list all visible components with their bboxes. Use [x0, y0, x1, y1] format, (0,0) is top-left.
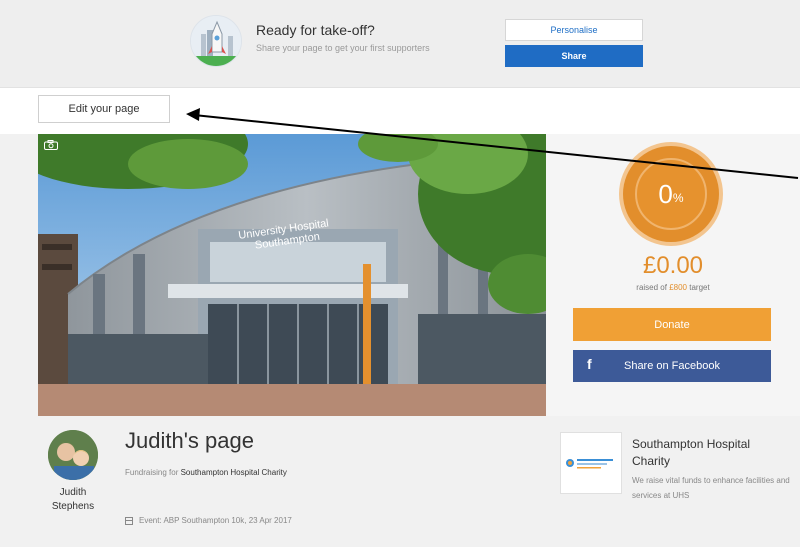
rocket-icon	[190, 15, 242, 67]
edit-page-button[interactable]: Edit your page	[38, 95, 170, 123]
progress-ring: 0 %	[623, 146, 719, 242]
calendar-icon	[125, 516, 133, 525]
raised-suffix: target	[689, 283, 710, 292]
share-on-facebook-label: Share on Facebook	[623, 360, 720, 372]
raised-prefix: raised of	[636, 283, 667, 292]
banner-subtitle: Share your page to get your first suppor…	[256, 43, 430, 53]
raised-of-target: raised of £800 target	[546, 283, 800, 292]
takeoff-banner: Ready for take-off? Share your page to g…	[0, 0, 800, 88]
banner-title: Ready for take-off?	[256, 22, 375, 38]
camera-icon[interactable]	[44, 140, 58, 150]
target-amount: £800	[669, 283, 687, 292]
fundraising-stats: 0 % £0.00 raised of £800 target Donate f…	[546, 134, 800, 416]
share-button[interactable]: Share	[505, 45, 643, 67]
charity-description: We raise vital funds to enhance faciliti…	[632, 476, 790, 500]
progress-inner: 0 %	[635, 158, 707, 230]
facebook-icon: f	[587, 356, 592, 372]
avatar	[48, 430, 98, 480]
donate-button[interactable]: Donate	[573, 308, 771, 341]
hero-photo: University Hospital Southampton	[38, 134, 546, 416]
percent-symbol: %	[672, 191, 684, 205]
fundraising-charity-link[interactable]: Southampton Hospital Charity	[181, 468, 287, 477]
share-on-facebook-button[interactable]: f Share on Facebook	[573, 350, 771, 382]
fundraising-prefix: Fundraising for	[125, 468, 179, 477]
charity-name[interactable]: Southampton Hospital Charity	[632, 436, 782, 470]
progress-percent: 0	[658, 178, 673, 209]
owner-name: Judith Stephens	[51, 487, 95, 512]
page-title: Judith's page	[125, 428, 254, 453]
event-label: Event: ABP Southampton 10k, 23 Apr 2017	[139, 516, 292, 525]
charity-logo[interactable]	[560, 432, 622, 494]
personalise-button[interactable]: Personalise	[505, 19, 643, 41]
profile-section: Judith Stephens Judith's page Fundraisin…	[0, 416, 800, 547]
amount-raised: £0.00	[642, 252, 704, 279]
edit-bar: Edit your page	[0, 88, 800, 134]
event-info: Event: ABP Southampton 10k, 23 Apr 2017	[125, 516, 292, 525]
hospital-building-image: University Hospital Southampton	[38, 134, 546, 416]
fundraising-for: Fundraising for Southampton Hospital Cha…	[125, 468, 287, 477]
